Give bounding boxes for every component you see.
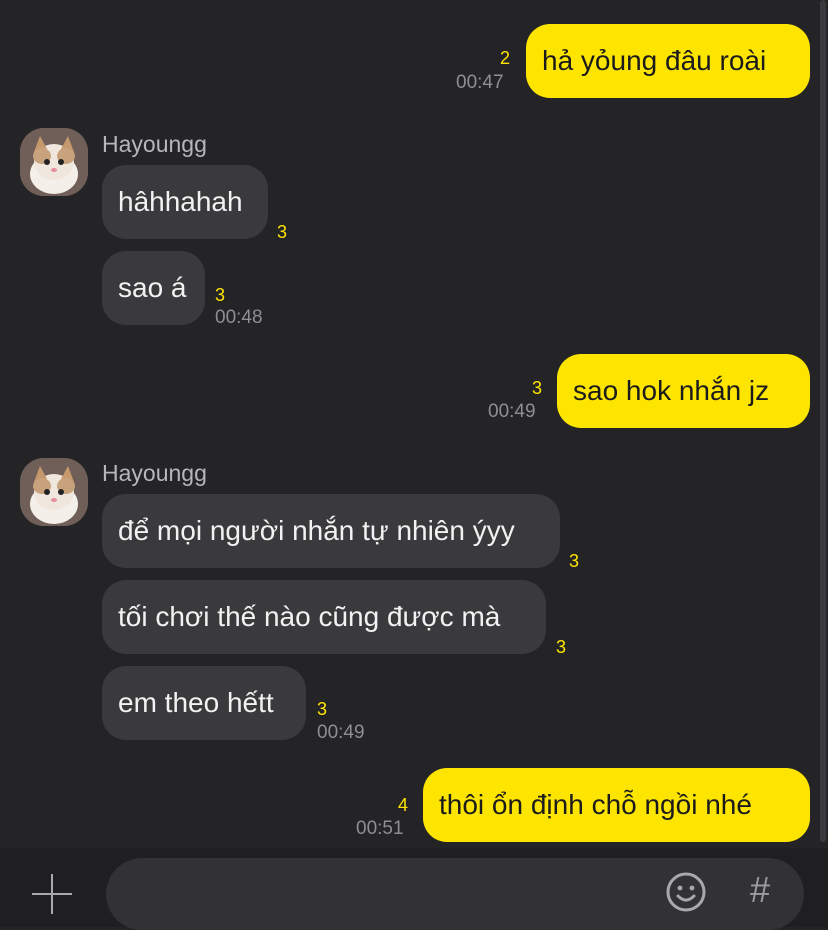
plus-icon[interactable] [32, 874, 72, 914]
outgoing-message[interactable]: thôi ổn định chỗ ngồi nhé [423, 768, 810, 842]
sender-name: Hayoungg [102, 460, 207, 486]
message-input[interactable]: # [106, 858, 804, 930]
unread-count: 3 [569, 551, 580, 571]
message-text: để mọi người nhắn tự nhiên ýyy [118, 515, 515, 546]
incoming-message[interactable]: để mọi người nhắn tự nhiên ýyy [102, 494, 560, 568]
message-text: hả yỏung đâu roài [542, 45, 767, 76]
message-text: tối chơi thế nào cũng được mà [118, 601, 501, 632]
timestamp: 00:49 [317, 722, 365, 743]
incoming-message[interactable]: tối chơi thế nào cũng được mà [102, 580, 546, 654]
cat-avatar-image [20, 458, 88, 526]
incoming-message[interactable]: em theo hếtt [102, 666, 306, 740]
outgoing-message[interactable]: hả yỏung đâu roài [526, 24, 810, 98]
emoji-icon[interactable] [666, 872, 706, 912]
message-text: thôi ổn định chỗ ngồi nhé [439, 789, 752, 820]
unread-count: 3 [277, 222, 288, 242]
message-text: hâhhahah [118, 186, 243, 217]
message-text: sao á [118, 272, 187, 303]
avatar[interactable] [20, 458, 88, 526]
incoming-message[interactable]: hâhhahah [102, 165, 268, 239]
outgoing-message[interactable]: sao hok nhắn jz [557, 354, 810, 428]
timestamp: 00:47 [456, 72, 504, 93]
timestamp: 00:48 [215, 307, 263, 328]
incoming-message[interactable]: sao á [102, 251, 205, 325]
unread-count: 3 [556, 637, 567, 657]
unread-count: 2 [500, 48, 511, 68]
sender-name: Hayoungg [102, 131, 207, 157]
avatar[interactable] [20, 128, 88, 196]
message-text: em theo hếtt [118, 687, 274, 718]
timestamp: 00:49 [488, 401, 536, 422]
timestamp: 00:51 [356, 818, 404, 839]
unread-count: 3 [317, 699, 328, 719]
cat-avatar-image [20, 128, 88, 196]
unread-count: 3 [215, 285, 226, 305]
hashtag-icon[interactable]: # [750, 870, 770, 910]
composer-bar: # [0, 848, 828, 930]
unread-count: 3 [532, 378, 543, 398]
chat-area[interactable]: hả yỏung đâu roài 2 00:47 Hayoungg hâhha… [0, 0, 828, 848]
scrollbar[interactable] [820, 0, 826, 842]
message-text: sao hok nhắn jz [573, 375, 770, 406]
unread-count: 4 [398, 795, 409, 815]
